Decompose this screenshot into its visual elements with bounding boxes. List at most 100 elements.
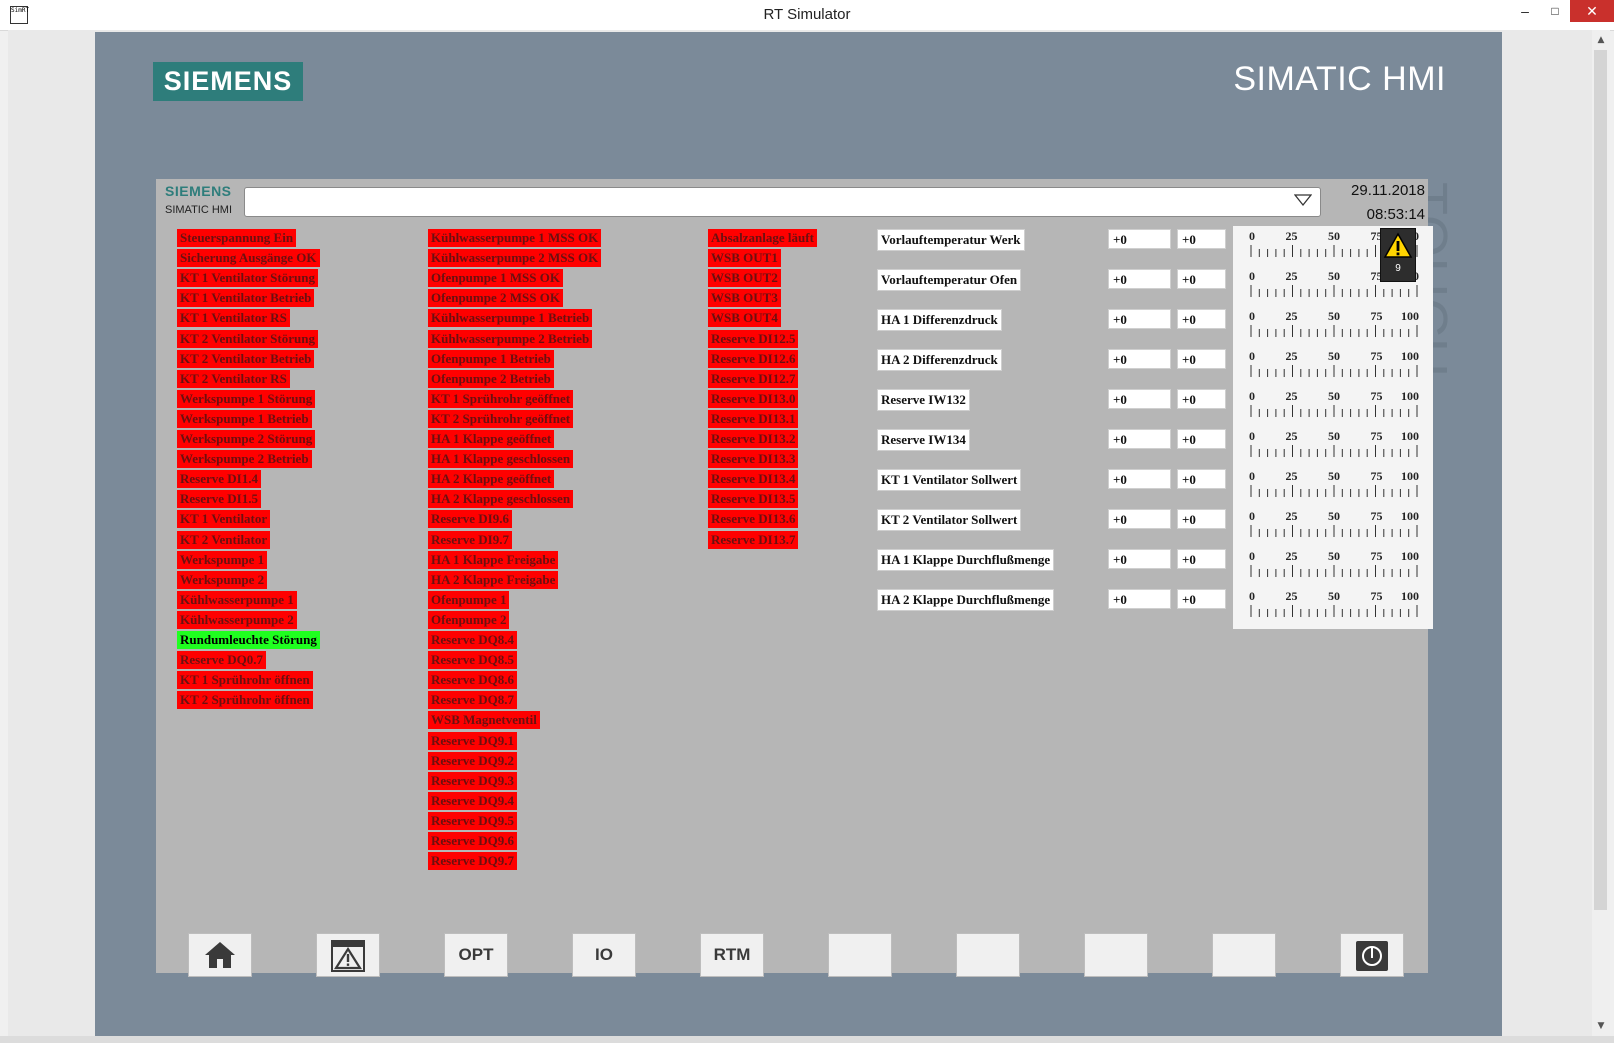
signal-indicator: Ofenpumpe 1 MSS OK <box>428 269 563 287</box>
scroll-up-arrow-icon[interactable]: ▲ <box>1592 32 1610 48</box>
scale-tick-label: 25 <box>1286 509 1298 523</box>
fkey-8-button[interactable] <box>1084 933 1148 977</box>
signal-indicator: WSB OUT4 <box>708 309 781 327</box>
signal-indicator: Sicherung Ausgänge OK <box>177 249 320 267</box>
signal-indicator: Reserve DQ9.1 <box>428 732 518 750</box>
analog-label: Reserve IW134 <box>877 429 970 451</box>
analog-label: KT 2 Ventilator Sollwert <box>877 509 1022 531</box>
signal-indicator: Reserve DI13.1 <box>708 410 799 428</box>
opt-button[interactable]: OPT <box>444 933 508 977</box>
analog-value-field[interactable]: +0 <box>1177 349 1226 369</box>
signal-indicator: Werkspumpe 1 Betrieb <box>177 410 312 428</box>
signal-indicator: Reserve DI13.6 <box>708 510 799 528</box>
analog-raw-field[interactable]: +0 <box>1108 389 1171 409</box>
fkey-7-button[interactable] <box>956 933 1020 977</box>
signal-indicator: HA 2 Klappe geöffnet <box>428 470 555 488</box>
scale-tick-label: 75 <box>1371 549 1383 563</box>
analog-raw-field[interactable]: +0 <box>1108 349 1171 369</box>
analog-value-field[interactable]: +0 <box>1177 389 1226 409</box>
minimize-button[interactable]: – <box>1510 0 1540 22</box>
signal-indicator: HA 1 Klappe Freigabe <box>428 551 559 569</box>
analog-raw-field[interactable]: +0 <box>1108 429 1171 449</box>
signal-indicator: WSB OUT3 <box>708 289 781 307</box>
signal-indicator: Reserve DI1.5 <box>177 490 261 508</box>
signal-indicator: Werkspumpe 2 Störung <box>177 430 316 448</box>
signal-indicator: KT 2 Ventilator <box>177 531 271 549</box>
scale-tick-label: 0 <box>1249 549 1255 563</box>
scale-tick-label: 50 <box>1328 589 1340 603</box>
analog-raw-field[interactable]: +0 <box>1108 309 1171 329</box>
analog-value-field[interactable]: +0 <box>1177 229 1226 249</box>
analog-raw-field[interactable]: +0 <box>1108 469 1171 489</box>
analog-value-field[interactable]: +0 <box>1177 269 1226 289</box>
bar-scale: 0 25 50 75 100 <box>1235 587 1431 623</box>
alarm-line-dropdown[interactable] <box>244 187 1321 217</box>
time-display: 08:53:14 <box>1366 206 1425 223</box>
signal-indicator: WSB Magnetventil <box>428 711 540 729</box>
bar-scale: 0 25 50 75 100 <box>1235 547 1431 583</box>
bar-scale: 0 25 50 75 100 <box>1235 347 1431 383</box>
rtm-button[interactable]: RTM <box>700 933 764 977</box>
alarm-indicator[interactable]: 9 <box>1380 228 1416 282</box>
warning-icon <box>331 940 365 976</box>
signal-indicator: Reserve DQ8.6 <box>428 671 518 689</box>
signal-indicator: Ofenpumpe 1 <box>428 591 510 609</box>
analog-label: Reserve IW132 <box>877 389 970 411</box>
signal-indicator: Reserve DI13.3 <box>708 450 799 468</box>
power-button[interactable] <box>1340 933 1404 977</box>
scale-tick-label: 100 <box>1401 349 1419 363</box>
signal-indicator: Reserve DQ9.6 <box>428 832 518 850</box>
scale-tick-label: 25 <box>1286 229 1298 243</box>
signal-indicator: Reserve DI13.5 <box>708 490 799 508</box>
close-button[interactable]: ✕ <box>1570 0 1614 22</box>
scale-tick-label: 0 <box>1249 349 1255 363</box>
signal-indicator: Reserve DQ9.4 <box>428 792 518 810</box>
scale-tick-label: 100 <box>1401 309 1419 323</box>
signal-indicator: KT 1 Ventilator Störung <box>177 269 318 287</box>
signal-indicator: Reserve DQ8.4 <box>428 631 518 649</box>
analog-value-field[interactable]: +0 <box>1177 309 1226 329</box>
analog-raw-field[interactable]: +0 <box>1108 589 1171 609</box>
scale-tick-label: 75 <box>1371 309 1383 323</box>
analog-raw-field[interactable]: +0 <box>1108 509 1171 529</box>
scale-tick-label: 50 <box>1328 309 1340 323</box>
window-title: RT Simulator <box>763 6 851 23</box>
scale-tick-label: 0 <box>1249 269 1255 283</box>
analog-value-field[interactable]: +0 <box>1177 469 1226 489</box>
scale-tick-label: 25 <box>1286 429 1298 443</box>
maximize-button[interactable]: □ <box>1540 0 1570 22</box>
signal-indicator: Reserve DI1.4 <box>177 470 261 488</box>
horizontal-scrollbar[interactable] <box>0 1036 1614 1043</box>
scale-tick-label: 25 <box>1286 349 1298 363</box>
alarm-view-button[interactable] <box>316 933 380 977</box>
scale-tick-label: 50 <box>1328 509 1340 523</box>
analog-label: HA 1 Differenzdruck <box>877 309 1002 331</box>
analog-value-field[interactable]: +0 <box>1177 549 1226 569</box>
analog-value-field[interactable]: +0 <box>1177 509 1226 529</box>
analog-label: HA 2 Klappe Durchflußmenge <box>877 589 1055 611</box>
fkey-9-button[interactable] <box>1212 933 1276 977</box>
signal-indicator: WSB OUT1 <box>708 249 781 267</box>
analog-raw-field[interactable]: +0 <box>1108 229 1171 249</box>
signal-indicator: Absalzanlage läuft <box>708 229 817 247</box>
io-button[interactable]: IO <box>572 933 636 977</box>
home-button[interactable] <box>188 933 252 977</box>
analog-raw-field[interactable]: +0 <box>1108 549 1171 569</box>
scrollbar-thumb[interactable] <box>1594 50 1607 910</box>
analog-value-field[interactable]: +0 <box>1177 429 1226 449</box>
signal-indicator: Reserve DQ9.5 <box>428 812 518 830</box>
signal-indicator: Werkspumpe 1 <box>177 551 268 569</box>
signal-indicator: Reserve DQ0.7 <box>177 651 267 669</box>
fkey-6-button[interactable] <box>828 933 892 977</box>
signal-indicator: Kühlwasserpumpe 1 Betrieb <box>428 309 593 327</box>
analog-raw-field[interactable]: +0 <box>1108 269 1171 289</box>
vertical-scrollbar[interactable]: ▲ ▼ <box>1592 30 1610 1036</box>
chevron-down-icon[interactable] <box>1294 193 1312 207</box>
scale-tick-label: 0 <box>1249 509 1255 523</box>
signal-indicator: Reserve DI13.7 <box>708 531 799 549</box>
bar-scale: 0 25 50 75 100 <box>1235 387 1431 423</box>
scroll-down-arrow-icon[interactable]: ▼ <box>1592 1018 1610 1034</box>
alarm-count: 9 <box>1395 263 1401 274</box>
analog-value-field[interactable]: +0 <box>1177 589 1226 609</box>
analog-label: KT 1 Ventilator Sollwert <box>877 469 1022 491</box>
